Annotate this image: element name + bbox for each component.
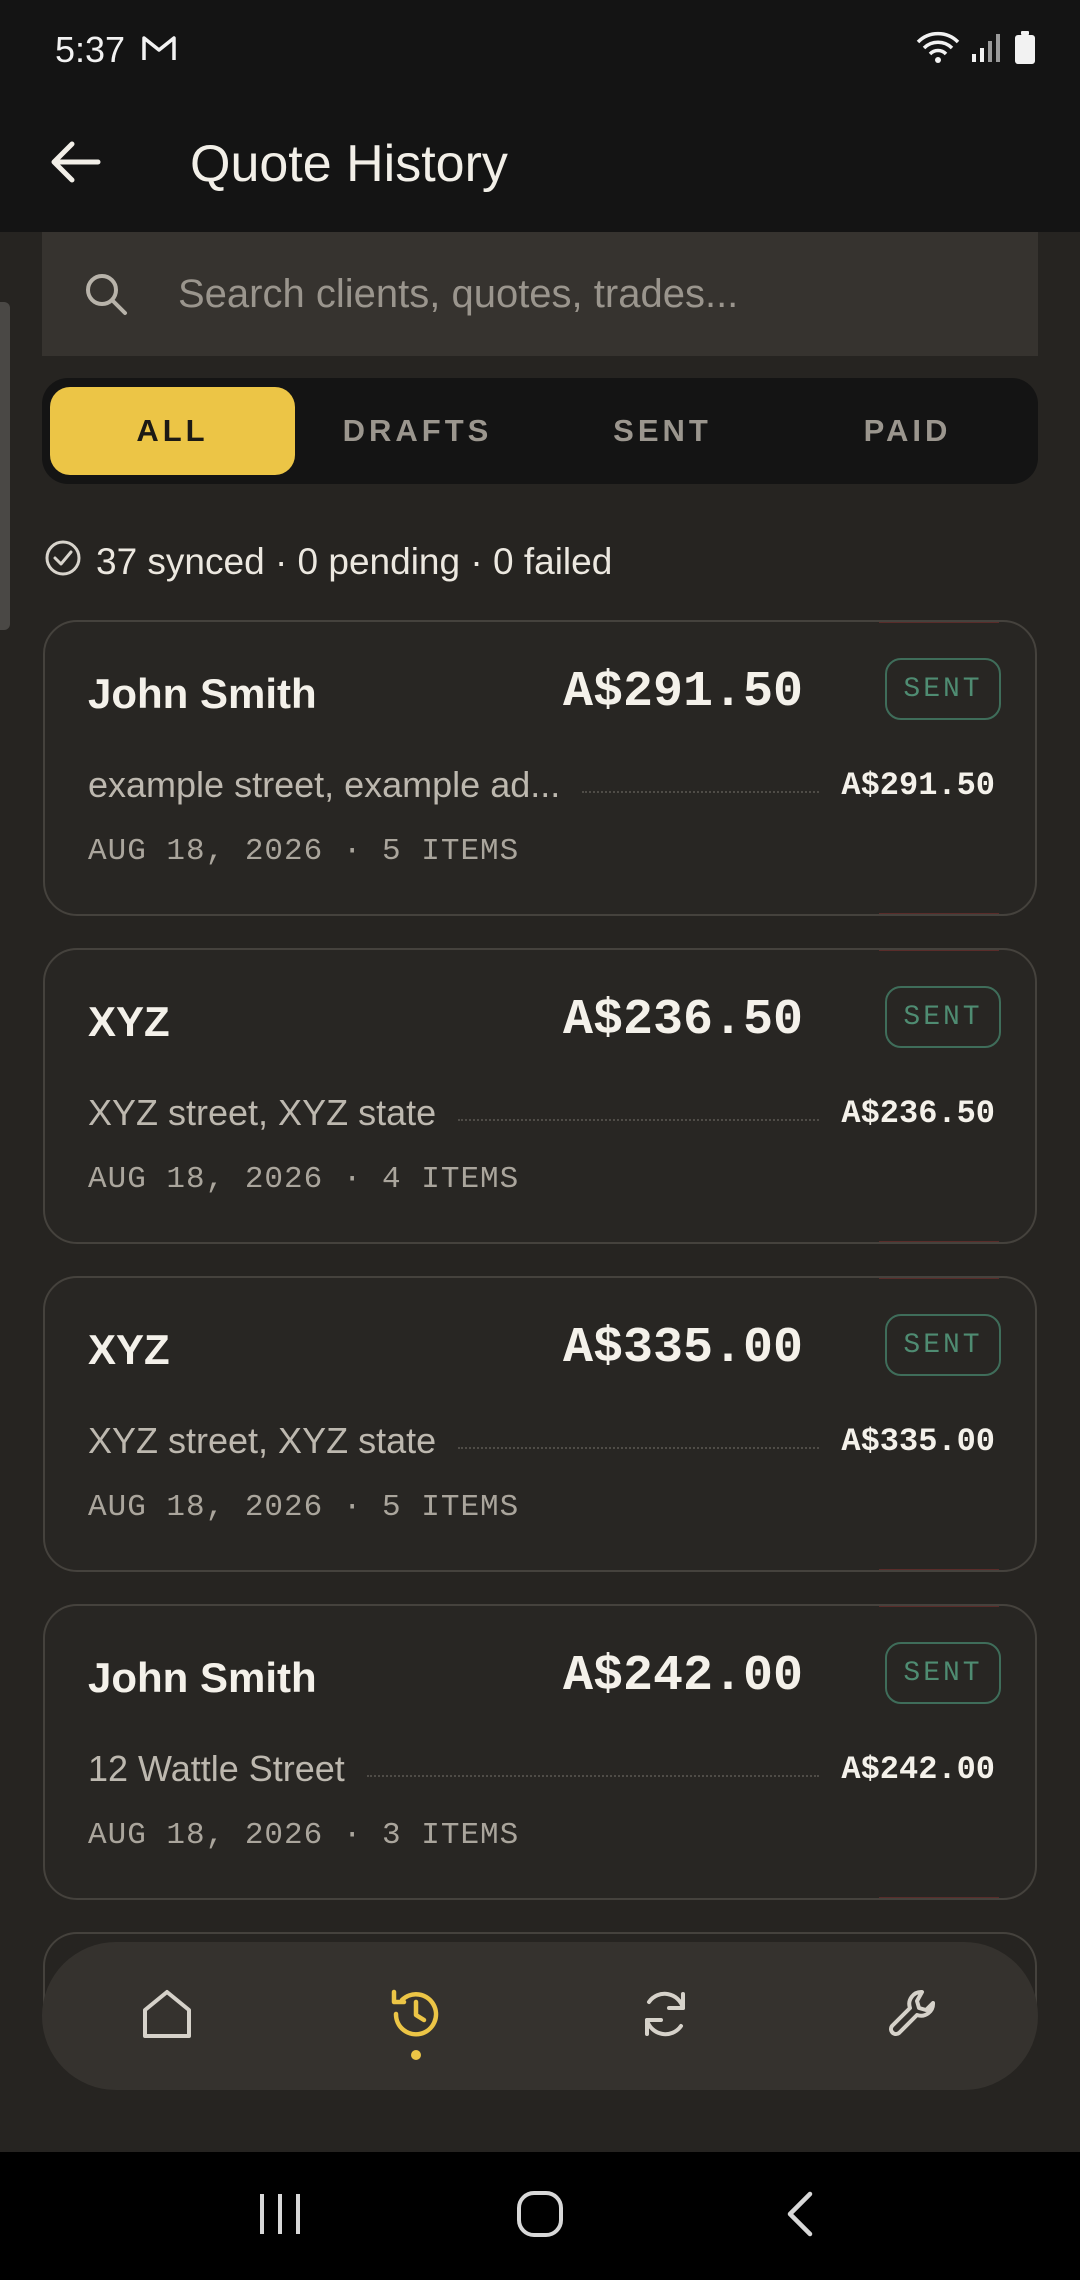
quote-meta: AUG 18, 2026 · 5 ITEMS [88,834,520,869]
status-badge: SENT [885,658,1001,720]
search-icon [82,270,130,318]
tab-all[interactable]: ALL [50,387,295,475]
back-button[interactable] [38,128,110,200]
app-bar: Quote History [0,100,1080,232]
line-amount: A$242.00 [841,1750,995,1788]
arrow-left-icon [46,138,102,191]
line-amount: A$291.50 [841,766,995,804]
address-row: XYZ street, XYZ state A$236.50 [88,1088,995,1138]
quote-total: A$335.00 [562,1320,803,1377]
status-badge: SENT [885,986,1001,1048]
card-accent [879,1606,999,1607]
status-right [916,30,1036,71]
battery-icon [1014,30,1036,70]
bottom-nav [42,1942,1038,2090]
quote-meta: AUG 18, 2026 · 3 ITEMS [88,1818,520,1853]
quote-card[interactable]: John Smith A$291.50 SENT example street,… [43,620,1037,916]
client-name: XYZ [88,998,170,1045]
status-time: 5:37 [55,29,126,70]
status-badge: SENT [885,1642,1001,1704]
nav-tools[interactable] [789,1942,1038,2090]
recent-apps-icon [256,2192,304,2241]
client-name: John Smith [88,1654,317,1701]
card-accent [879,622,999,623]
sync-status: 37 synced · 0 pending · 0 failed [44,536,612,588]
dotted-leader [366,1775,820,1777]
tab-sent[interactable]: SENT [540,387,785,475]
quote-total: A$291.50 [562,664,803,721]
nav-history[interactable] [291,1942,540,2090]
nav-sync[interactable] [540,1942,789,2090]
client-name: John Smith [88,670,317,717]
client-address: XYZ street, XYZ state [88,1420,437,1461]
line-amount: A$236.50 [841,1094,995,1132]
dotted-leader [458,1119,820,1121]
line-amount: A$335.00 [841,1422,995,1460]
status-bar: 5:37 [0,0,1080,100]
quote-card[interactable]: John Smith A$242.00 SENT 12 Wattle Stree… [43,1604,1037,1900]
scroll-indicator[interactable] [0,302,10,630]
wifi-icon [916,30,960,71]
signal-icon [970,32,1004,69]
history-icon [386,1984,446,2049]
page-title: Quote History [190,135,508,193]
wrench-icon [884,1984,944,2049]
home-circle-icon [515,2189,565,2244]
quote-meta: AUG 18, 2026 · 4 ITEMS [88,1162,520,1197]
gmail-icon [141,34,177,67]
search-input[interactable] [178,254,998,334]
dotted-leader [582,791,820,793]
client-name: XYZ [88,1326,170,1373]
quote-card[interactable]: XYZ A$236.50 SENT XYZ street, XYZ state … [43,948,1037,1244]
nav-home[interactable] [42,1942,291,2090]
card-accent [879,1241,999,1242]
active-indicator-dot [410,2050,421,2060]
tab-drafts[interactable]: DRAFTS [295,387,540,475]
client-address: XYZ street, XYZ state [88,1092,437,1133]
recent-apps-button[interactable] [240,2176,320,2256]
status-badge: SENT [885,1314,1001,1376]
sync-status-text: 37 synced · 0 pending · 0 failed [96,541,613,582]
quote-total: A$236.50 [562,992,803,1049]
card-accent [879,913,999,914]
card-accent [879,1897,999,1898]
card-accent [879,1278,999,1279]
filter-tabs: ALL DRAFTS SENT PAID [42,378,1038,484]
status-left: 5:37 [55,29,177,71]
quote-total: A$242.00 [562,1648,803,1705]
dotted-leader [458,1447,820,1449]
quote-meta: AUG 18, 2026 · 5 ITEMS [88,1490,520,1525]
card-accent [879,1569,999,1570]
client-address: example street, example ad... [88,764,561,805]
system-nav-bar [0,2152,1080,2280]
address-row: example street, example ad... A$291.50 [88,760,995,810]
home-button[interactable] [500,2176,580,2256]
chevron-left-icon [784,2190,816,2243]
client-address: 12 Wattle Street [88,1748,345,1789]
tab-paid[interactable]: PAID [785,387,1030,475]
quote-card[interactable]: XYZ A$335.00 SENT XYZ street, XYZ state … [43,1276,1037,1572]
sync-icon [635,1984,695,2049]
check-circle-icon [44,539,82,586]
card-accent [879,950,999,951]
system-back-button[interactable] [760,2176,840,2256]
address-row: 12 Wattle Street A$242.00 [88,1744,995,1794]
search-box[interactable] [42,232,1038,356]
home-icon [137,1984,197,2049]
address-row: XYZ street, XYZ state A$335.00 [88,1416,995,1466]
